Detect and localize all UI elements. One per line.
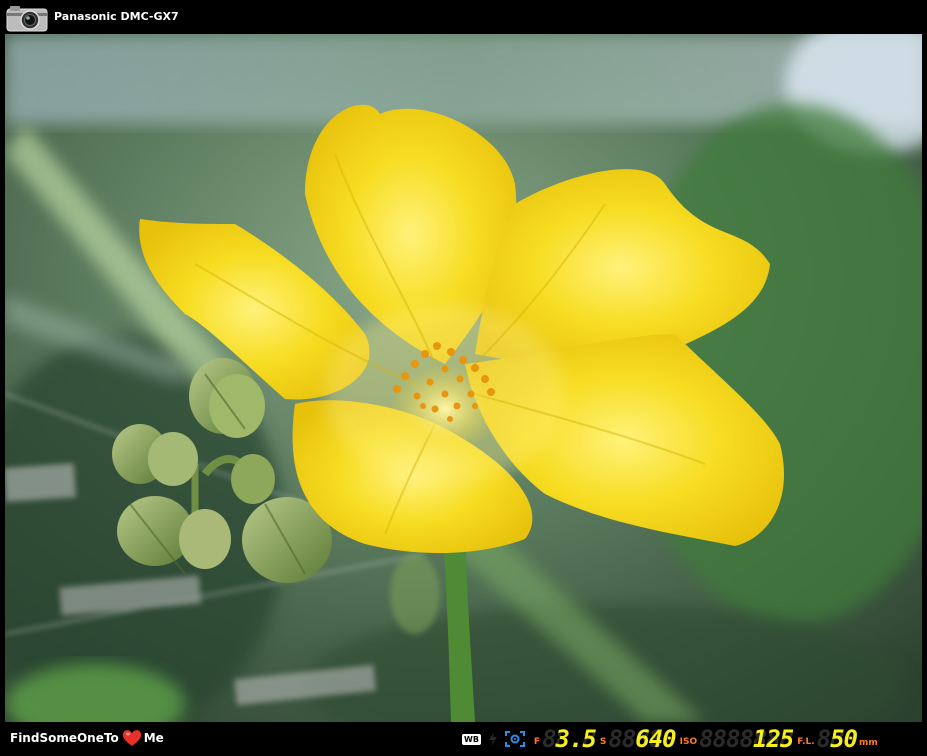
aperture-display: 88.8 3.5 xyxy=(542,725,597,753)
focal-length-display: 888 50 xyxy=(817,725,858,753)
yellow-flower-photo xyxy=(5,34,922,722)
iso-value: 125 xyxy=(752,725,794,753)
shutter-label: S xyxy=(599,737,607,747)
shutter-display: 88888 640 xyxy=(608,725,676,753)
camera-model: Panasonic DMC-GX7 xyxy=(54,10,179,23)
aperture-label: F xyxy=(533,737,541,747)
aperture-value: 3.5 xyxy=(555,725,597,753)
focal-length-value: 50 xyxy=(830,725,858,753)
brand-text-right: Me xyxy=(143,731,164,745)
exif-panel: WB F 88.8 3.5 S 88888 640 ISO 8888888 12… xyxy=(462,722,924,756)
white-balance-badge: WB xyxy=(462,733,481,745)
metering-icon xyxy=(504,731,525,747)
brand-text-left: FindSomeOneTo xyxy=(10,731,119,745)
header-bar: Panasonic DMC-GX7 xyxy=(0,0,927,34)
focal-length-label: F.L. xyxy=(797,737,815,747)
brand-watermark: FindSomeOneTo Me xyxy=(10,729,164,747)
iso-label: ISO xyxy=(679,737,698,747)
shutter-value: 640 xyxy=(635,725,676,753)
iso-display: 8888888 125 xyxy=(699,725,794,753)
camera-icon xyxy=(6,6,48,32)
focal-length-unit: mm xyxy=(859,738,878,748)
flash-icon xyxy=(488,732,497,746)
heart-icon xyxy=(122,730,141,746)
footer-bar: FindSomeOneTo Me WB F 88.8 3.5 S 88888 6… xyxy=(0,722,927,756)
